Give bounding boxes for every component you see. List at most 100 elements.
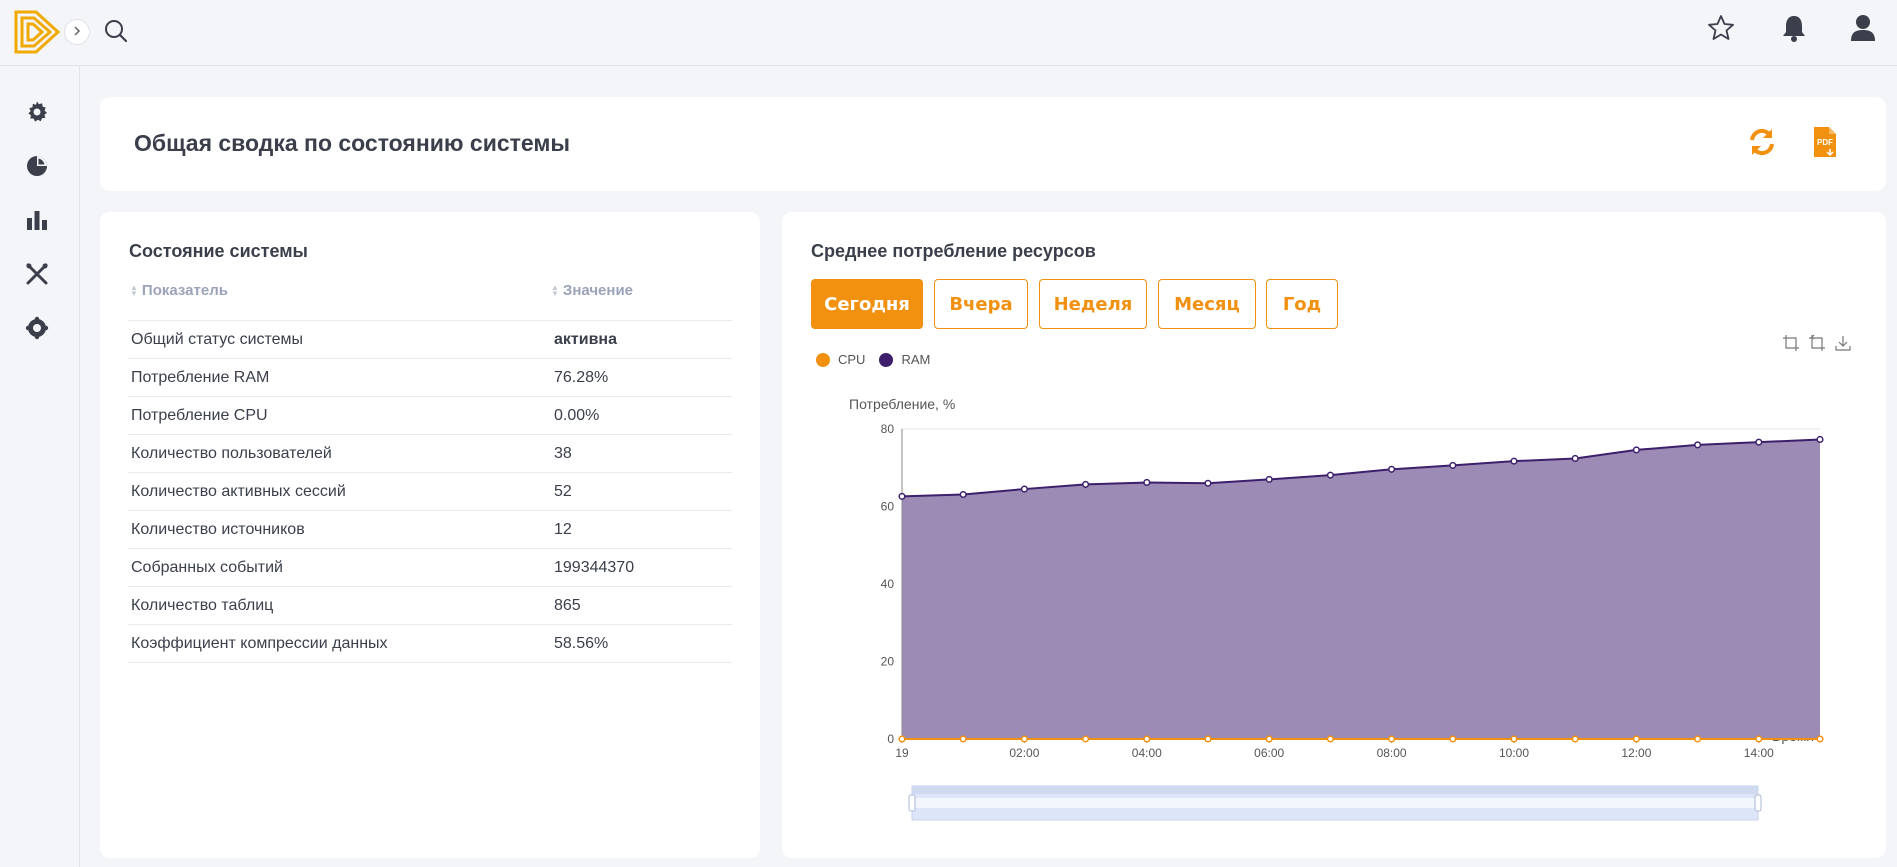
page-title: Общая сводка по состоянию системы — [134, 130, 571, 156]
slider-handle-left[interactable] — [908, 794, 916, 812]
tools-icon — [25, 262, 49, 291]
ram-point — [1632, 446, 1640, 454]
gear-icon — [25, 100, 49, 129]
cpu-point — [1632, 735, 1640, 743]
table-row: Коэффициент компрессии данных 58.56% — [128, 624, 732, 663]
column-header-value[interactable]: ▲ ▼ Значение — [551, 282, 633, 299]
user-icon — [1849, 13, 1877, 48]
column-header-indicator[interactable]: ▲ ▼ Показатель — [130, 282, 228, 299]
series-area-ram — [902, 439, 1820, 739]
status-card-title: Состояние системы — [129, 241, 308, 261]
row-label: Коэффициент компрессии данных — [128, 624, 550, 663]
favorite-button[interactable] — [1705, 14, 1737, 46]
chevron-right-icon — [72, 23, 82, 41]
ram-point — [1265, 475, 1273, 483]
column-header-label: Показатель — [141, 282, 228, 299]
cpu-point — [1204, 735, 1212, 743]
bell-icon — [1780, 13, 1808, 48]
cpu-point — [1755, 735, 1763, 743]
y-tick-label: 80 — [881, 422, 895, 436]
sidebar-toggle-button[interactable] — [64, 19, 90, 45]
search-icon — [101, 20, 131, 50]
ram-point — [1020, 485, 1028, 493]
row-value: 12 — [550, 510, 732, 549]
ram-point — [1694, 441, 1702, 449]
row-value: 58.56% — [550, 624, 732, 663]
row-label: Количество активных сессий — [128, 472, 550, 511]
sidebar-item-dashboard[interactable] — [22, 153, 52, 183]
profile-button[interactable] — [1847, 14, 1879, 46]
header-card: Общая сводка по состоянию системы PDF — [100, 97, 1886, 191]
slider-handle-right[interactable] — [1754, 794, 1762, 812]
sidebar-item-system[interactable] — [22, 315, 52, 345]
x-tick-label: 10:00 — [1499, 746, 1529, 760]
cpu-point — [1143, 735, 1151, 743]
pdf-export-button[interactable]: PDF — [1808, 126, 1842, 163]
data-zoom-slider[interactable] — [908, 785, 1762, 821]
ram-point — [1816, 435, 1824, 444]
table-row: Потребление CPU 0.00% — [128, 396, 732, 435]
svg-text:PDF: PDF — [1817, 138, 1833, 147]
ram-point — [898, 492, 906, 500]
resource-usage-card: Среднее потребление ресурсов Сегодня Вче… — [782, 212, 1886, 858]
y-tick-label: 20 — [881, 655, 895, 669]
cpu-point — [1082, 735, 1090, 743]
refresh-button[interactable] — [1745, 127, 1779, 161]
sort-icon: ▲ ▼ — [551, 282, 559, 298]
x-tick-label: 06:00 — [1254, 746, 1284, 760]
cpu-point — [1694, 735, 1702, 743]
row-label: Собранных событий — [128, 548, 550, 587]
x-tick-label: 04:00 — [1132, 746, 1162, 760]
search-button[interactable] — [101, 16, 131, 46]
ram-point — [1449, 461, 1457, 469]
notifications-button[interactable] — [1778, 14, 1810, 46]
row-label: Общий статус системы — [128, 320, 550, 359]
row-label: Количество таблиц — [128, 586, 550, 625]
ram-point — [1082, 480, 1090, 488]
x-tick-label: 19 — [895, 746, 909, 760]
sort-icon: ▲ ▼ — [130, 282, 138, 298]
table-row: Количество активных сессий 52 — [128, 472, 732, 511]
y-axis-label: Потребление, % — [849, 396, 955, 412]
sidebar-item-tools[interactable] — [22, 261, 52, 291]
cog-group-icon — [25, 316, 49, 345]
refresh-icon — [1746, 126, 1778, 163]
star-icon — [1706, 13, 1736, 48]
column-header-label: Значение — [562, 282, 634, 299]
table-row: Потребление RAM 76.28% — [128, 358, 732, 397]
top-bar — [0, 0, 1897, 66]
cpu-point — [1449, 735, 1457, 743]
ram-point — [1204, 479, 1212, 487]
cpu-point — [1326, 735, 1334, 743]
x-tick-label: 08:00 — [1377, 746, 1407, 760]
table-row: Количество таблиц 865 — [128, 586, 732, 625]
y-tick-label: 60 — [881, 500, 895, 514]
x-tick-label: 02:00 — [1009, 746, 1039, 760]
ram-point — [1388, 465, 1396, 473]
ram-point — [959, 490, 967, 499]
row-value: 38 — [550, 434, 732, 473]
system-status-card: Состояние системы ▲ ▼ Показатель ▲ ▼ Значе… — [100, 212, 760, 858]
bar-chart-icon — [25, 208, 49, 237]
y-tick-label: 0 — [887, 732, 894, 746]
sidebar — [0, 66, 80, 867]
cpu-point — [1388, 735, 1396, 743]
pie-chart-icon — [25, 154, 49, 183]
y-tick-label: 40 — [881, 577, 895, 591]
cpu-point — [959, 735, 967, 743]
cpu-point — [1020, 735, 1028, 743]
pdf-export-icon: PDF — [1811, 126, 1839, 163]
table-row: Количество источников 12 — [128, 510, 732, 549]
sidebar-item-settings[interactable] — [22, 99, 52, 129]
row-label: Потребление CPU — [128, 396, 550, 435]
row-value: 199344370 — [550, 548, 732, 587]
x-tick-label: 14:00 — [1744, 746, 1774, 760]
ram-point — [1571, 454, 1579, 462]
logo-icon[interactable] — [14, 8, 62, 56]
cpu-point — [1571, 735, 1579, 743]
sidebar-item-reports[interactable] — [22, 207, 52, 237]
ram-point — [1755, 438, 1763, 446]
table-row: Собранных событий 199344370 — [128, 548, 732, 587]
ram-point — [1326, 471, 1334, 479]
ram-point — [1510, 457, 1518, 465]
